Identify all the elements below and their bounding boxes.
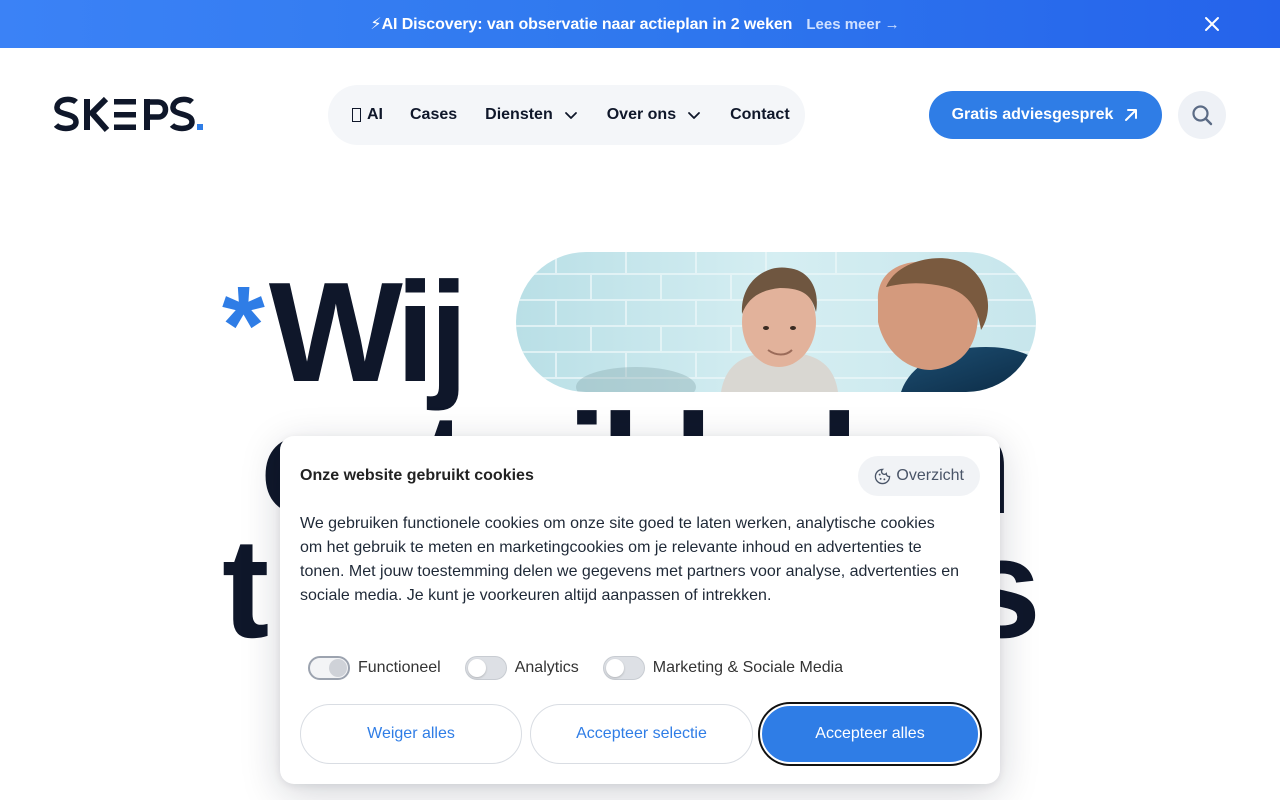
toggle-label-functioneel: Functioneel [358,659,441,676]
read-more-link[interactable]: Lees meer → [806,16,899,33]
hero-line-3-start: t [222,509,269,668]
close-announcement-button[interactable] [1200,12,1224,36]
chevron-down-icon [564,112,577,119]
hero-team-photo [516,252,1036,392]
ai-box-icon [352,108,361,122]
nav-item-contact-label: Contact [730,106,790,123]
nav-item-ai-label: AI [367,106,383,123]
team-photo-illustration [516,252,1036,392]
announcement-bar: ⚡AI Discovery: van observatie naar actie… [0,0,1280,48]
nav-item-cases-label: Cases [410,106,458,123]
nav-item-cases[interactable]: Cases [410,106,457,124]
nav-item-diensten-label: Diensten [485,106,553,123]
logo-mark [53,96,203,132]
announcement-text-label: AI Discovery: van observatie naar actiep… [381,16,793,33]
toggle-switch-analytics[interactable] [464,656,507,680]
hero-heading-line-1: *Wij [222,262,468,404]
nav-item-diensten[interactable]: Diensten [485,106,579,124]
hero-asterisk: * [222,264,265,387]
main-nav: AI Cases Diensten Over ons Contact [328,85,805,145]
search-icon [1192,105,1213,126]
nav-item-contact[interactable]: Contact [730,106,790,124]
toggle-analytics[interactable]: Analytics [464,656,579,680]
cookie-toggles: Functioneel Analytics Marketing & Social… [308,656,867,680]
search-button[interactable] [1178,91,1226,139]
hero-heading-line-3: t [222,518,269,660]
close-icon [1205,17,1219,31]
toggle-switch-marketing[interactable] [602,656,645,680]
chevron-down-icon [688,112,700,119]
reject-all-button[interactable]: Weiger alles [300,704,522,764]
free-consultation-button[interactable]: Gratis adviesgesprek [929,91,1162,139]
arrow-right-icon: → [884,15,900,33]
cookie-icon [875,468,891,484]
cookie-overview-label: Overzicht [896,467,964,484]
cookie-title: Onze website gebruikt cookies [300,467,534,484]
skeps-logo[interactable] [53,96,214,136]
toggle-knob [467,659,486,677]
accept-selection-button[interactable]: Accepteer selectie [530,704,753,764]
read-more-label: Lees meer [806,15,881,33]
arrow-up-right-icon [1125,109,1138,121]
toggle-knob [329,659,347,677]
nav-item-ai[interactable]: AI [352,106,383,124]
accept-all-button[interactable]: Accepteer alles [760,704,980,764]
cookie-consent-dialog: Onze website gebruikt cookies Overzicht … [280,436,1000,784]
toggle-label-analytics: Analytics [514,659,579,676]
toggle-switch-functioneel[interactable] [308,656,350,680]
nav-item-over-ons-label: Over ons [606,106,677,123]
announcement-content: ⚡AI Discovery: van observatie naar actie… [370,14,899,34]
cookie-overview-button[interactable]: Overzicht [858,456,980,496]
toggle-marketing[interactable]: Marketing & Sociale Media [602,656,844,680]
announcement-text[interactable]: ⚡AI Discovery: van observatie naar actie… [370,14,792,34]
nav-item-over-ons[interactable]: Over ons [607,106,702,124]
bolt-icon: ⚡ [370,16,382,33]
cookie-description: We gebruiken functionele cookies om onze… [300,515,960,604]
toggle-knob [605,659,624,677]
cta-label: Gratis adviesgesprek [951,106,1114,123]
toggle-label-marketing: Marketing & Sociale Media [652,659,844,676]
toggle-functioneel[interactable]: Functioneel [308,656,441,680]
